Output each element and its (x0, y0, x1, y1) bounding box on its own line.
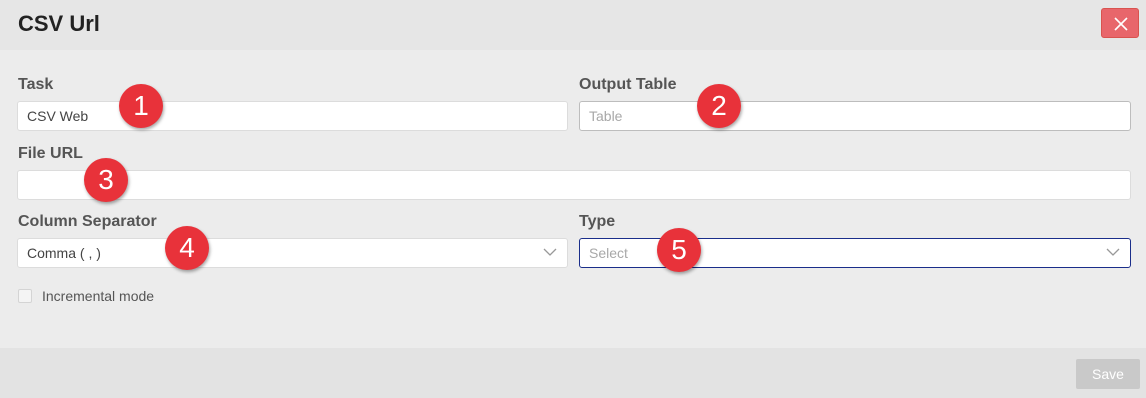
column-separator-select[interactable]: Comma ( , ) (17, 238, 568, 268)
dialog-title: CSV Url (18, 11, 100, 36)
task-label: Task (18, 76, 54, 93)
file-url-label: File URL (18, 145, 83, 162)
type-label: Type (579, 213, 616, 230)
annotation-badge-5: 5 (657, 228, 701, 272)
annotation-badge-3: 3 (84, 158, 128, 202)
column-separator-value: Comma ( , ) (27, 245, 101, 261)
dialog-footer (0, 348, 1146, 398)
output-table-label: Output Table (579, 76, 677, 93)
annotation-badge-4: 4 (165, 226, 209, 270)
task-input[interactable]: CSV Web (17, 101, 568, 131)
chevron-down-icon (1106, 248, 1120, 256)
column-separator-label: Column Separator (18, 213, 157, 230)
file-url-input[interactable] (17, 170, 1131, 200)
chevron-down-icon (543, 248, 557, 256)
type-placeholder: Select (589, 245, 628, 261)
save-button[interactable]: Save (1076, 359, 1140, 389)
annotation-badge-2: 2 (697, 84, 741, 128)
incremental-mode-label: Incremental mode (42, 288, 155, 304)
close-button[interactable] (1101, 8, 1139, 38)
output-table-input[interactable]: Table (579, 101, 1131, 131)
incremental-mode-checkbox[interactable] (18, 289, 32, 303)
dialog-header: CSV Url (0, 0, 1146, 50)
annotation-badge-1: 1 (119, 84, 163, 128)
close-icon (1114, 17, 1128, 31)
